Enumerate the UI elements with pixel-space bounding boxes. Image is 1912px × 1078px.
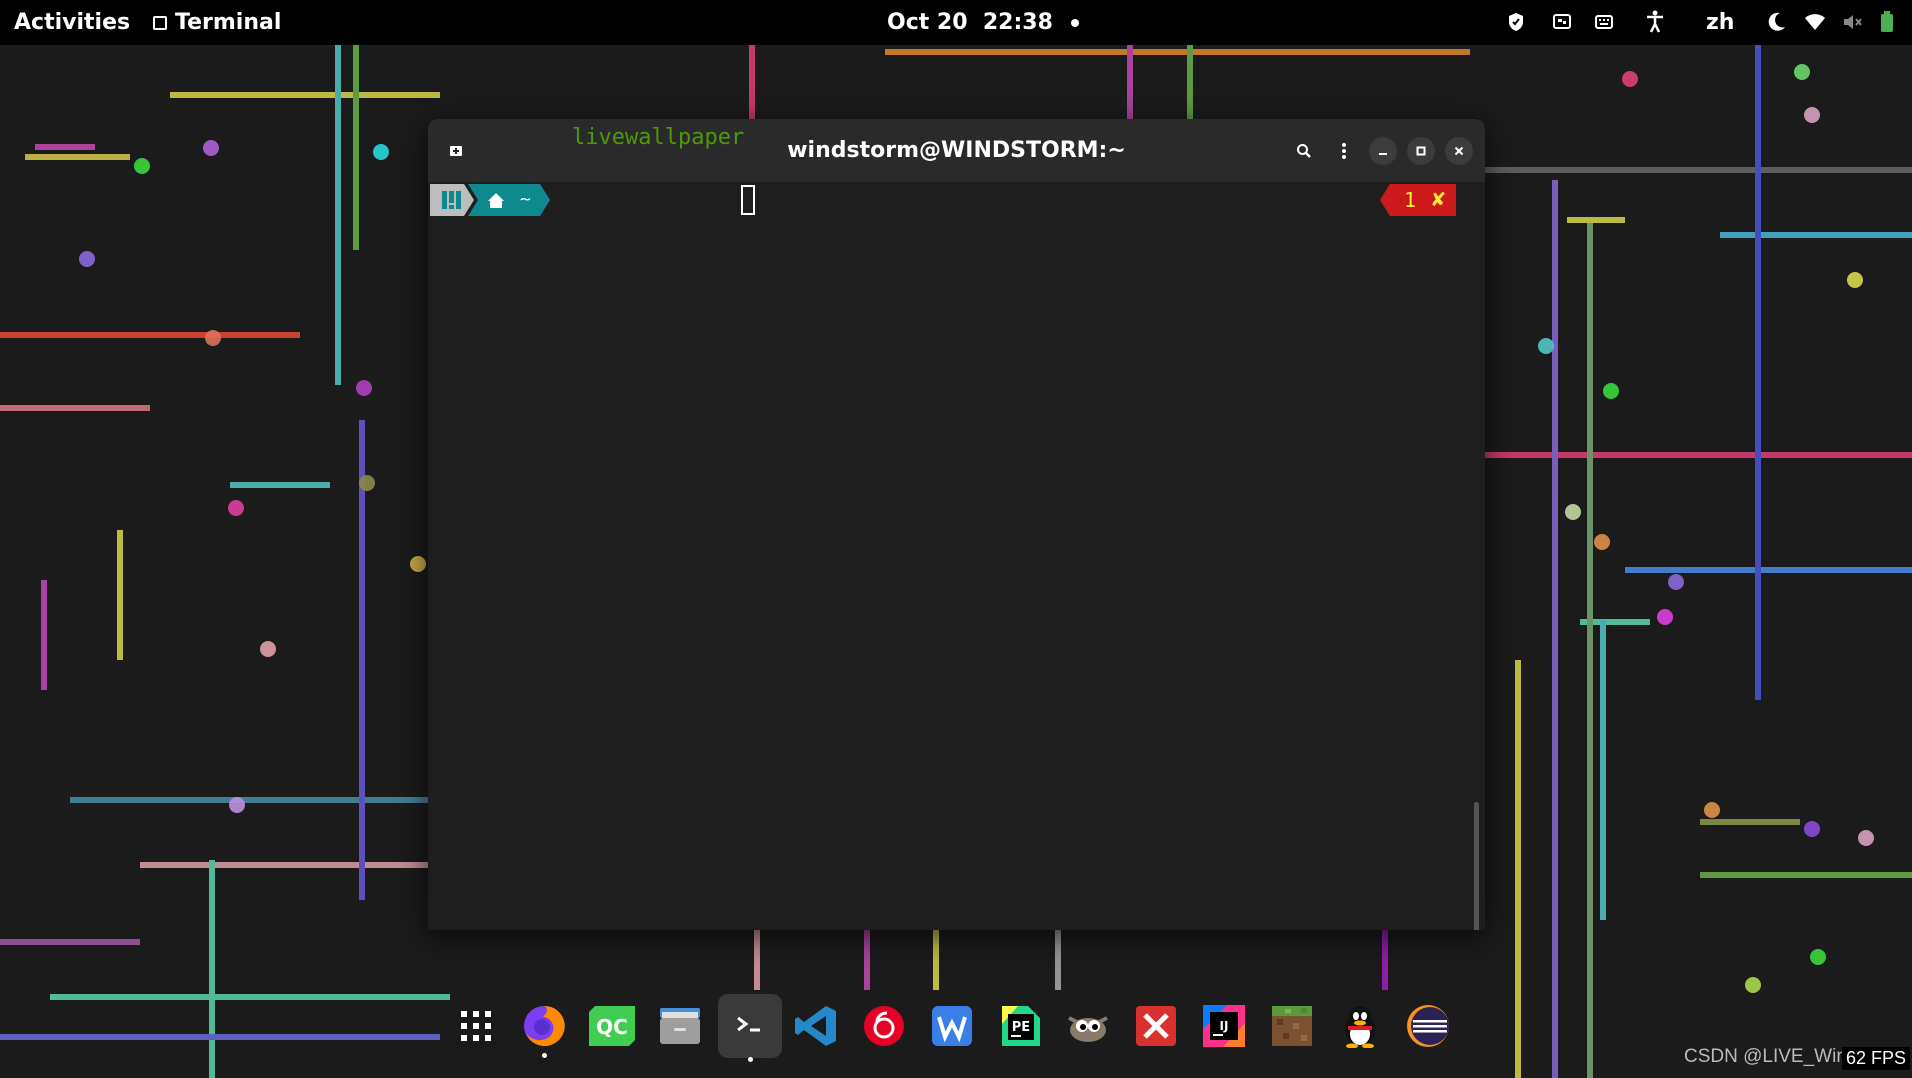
dock-files[interactable] [652,998,708,1054]
dock-terminal[interactable] [718,994,782,1062]
intellij-idea-icon: IJ [1203,1005,1245,1047]
exit-status-mark: ✘ [1432,187,1446,212]
clock-time: 22:38 [982,10,1053,35]
app-grid-icon [461,1011,491,1041]
search-icon [1297,144,1311,158]
terminal-cursor [741,185,755,215]
close-button[interactable] [1445,137,1473,165]
kebab-menu-icon [1342,143,1346,159]
top-bar: Activities Terminal Oct 20 22:38 zh [0,0,1912,45]
menu-button[interactable] [1330,137,1358,165]
pycharm-edu-icon: PE [1002,1006,1040,1046]
dock-intellij-idea[interactable]: IJ [1196,998,1252,1054]
fps-counter: 62 FPS [1842,1047,1911,1070]
battery-icon[interactable] [1875,10,1899,34]
accessibility-icon[interactable] [1643,10,1667,34]
running-indicator [542,1053,547,1058]
shield-icon[interactable] [1504,10,1528,34]
qt-creator-icon: QC [589,1006,635,1046]
prompt-directory: ~ [520,189,531,210]
terminal-icon [731,1009,769,1043]
files-icon [660,1008,700,1044]
command-text: livewallpaper [572,125,745,150]
screen-icon[interactable] [1550,10,1574,34]
activities-button[interactable]: Activities [14,0,130,45]
show-applications-button[interactable] [448,998,504,1054]
dock-pycharm-edu[interactable]: PE [992,998,1048,1054]
app-menu[interactable]: Terminal [153,0,281,45]
keyboard-icon[interactable] [1592,10,1616,34]
clock-date: Oct 20 [887,10,968,35]
dock-wps-writer[interactable] [924,998,980,1054]
dock-netease-music[interactable] [856,998,912,1054]
terminal-app-icon [153,15,167,30]
dock-qt-creator[interactable]: QC [584,998,640,1054]
wifi-icon[interactable] [1803,10,1827,34]
night-light-icon[interactable] [1765,10,1789,34]
dock-gimp[interactable] [1060,998,1116,1054]
close-icon [1454,146,1464,156]
maximize-button[interactable] [1407,137,1435,165]
dock-qq[interactable] [1332,998,1388,1054]
svg-text:QC: QC [596,1015,628,1039]
manjaro-logo-icon [442,191,461,209]
dock-firefox[interactable] [516,998,572,1058]
input-language[interactable]: zh [1706,0,1734,45]
terminal-content[interactable] [428,182,1485,930]
terminal-window[interactable]: windstorm@WINDSTORM:~ [428,119,1485,930]
app-menu-label: Terminal [175,10,282,35]
eclipse-icon [1407,1005,1449,1047]
minimize-icon [1379,153,1387,155]
dock-minecraft[interactable] [1264,998,1320,1054]
running-indicator [748,1057,753,1062]
firefox-icon [524,1005,565,1046]
svg-text:IJ: IJ [1220,1019,1229,1033]
dock-vscode[interactable] [788,998,844,1054]
maximize-icon [1416,146,1426,156]
svg-text:PE: PE [1012,1020,1030,1035]
qq-penguin-icon [1345,1006,1375,1048]
xmind-icon [1136,1006,1176,1046]
notification-dot [1070,19,1079,27]
gimp-icon [1068,1016,1108,1042]
dock-eclipse[interactable] [1400,998,1456,1054]
clock[interactable]: Oct 20 22:38 [887,0,1079,45]
terminal-scrollbar[interactable] [1474,802,1479,930]
dock-xmind[interactable] [1128,998,1184,1054]
wps-writer-icon [932,1006,972,1046]
powerline-prompt [430,184,550,216]
minimize-button[interactable] [1369,137,1397,165]
netease-music-icon [864,1006,904,1046]
minecraft-icon [1272,1006,1312,1046]
vscode-icon [795,1006,836,1046]
exit-status-code: 1 [1404,188,1417,212]
dash-dock: QC PE IJ [448,992,1474,1072]
search-button[interactable] [1290,137,1318,165]
volume-muted-icon[interactable] [1840,10,1864,34]
